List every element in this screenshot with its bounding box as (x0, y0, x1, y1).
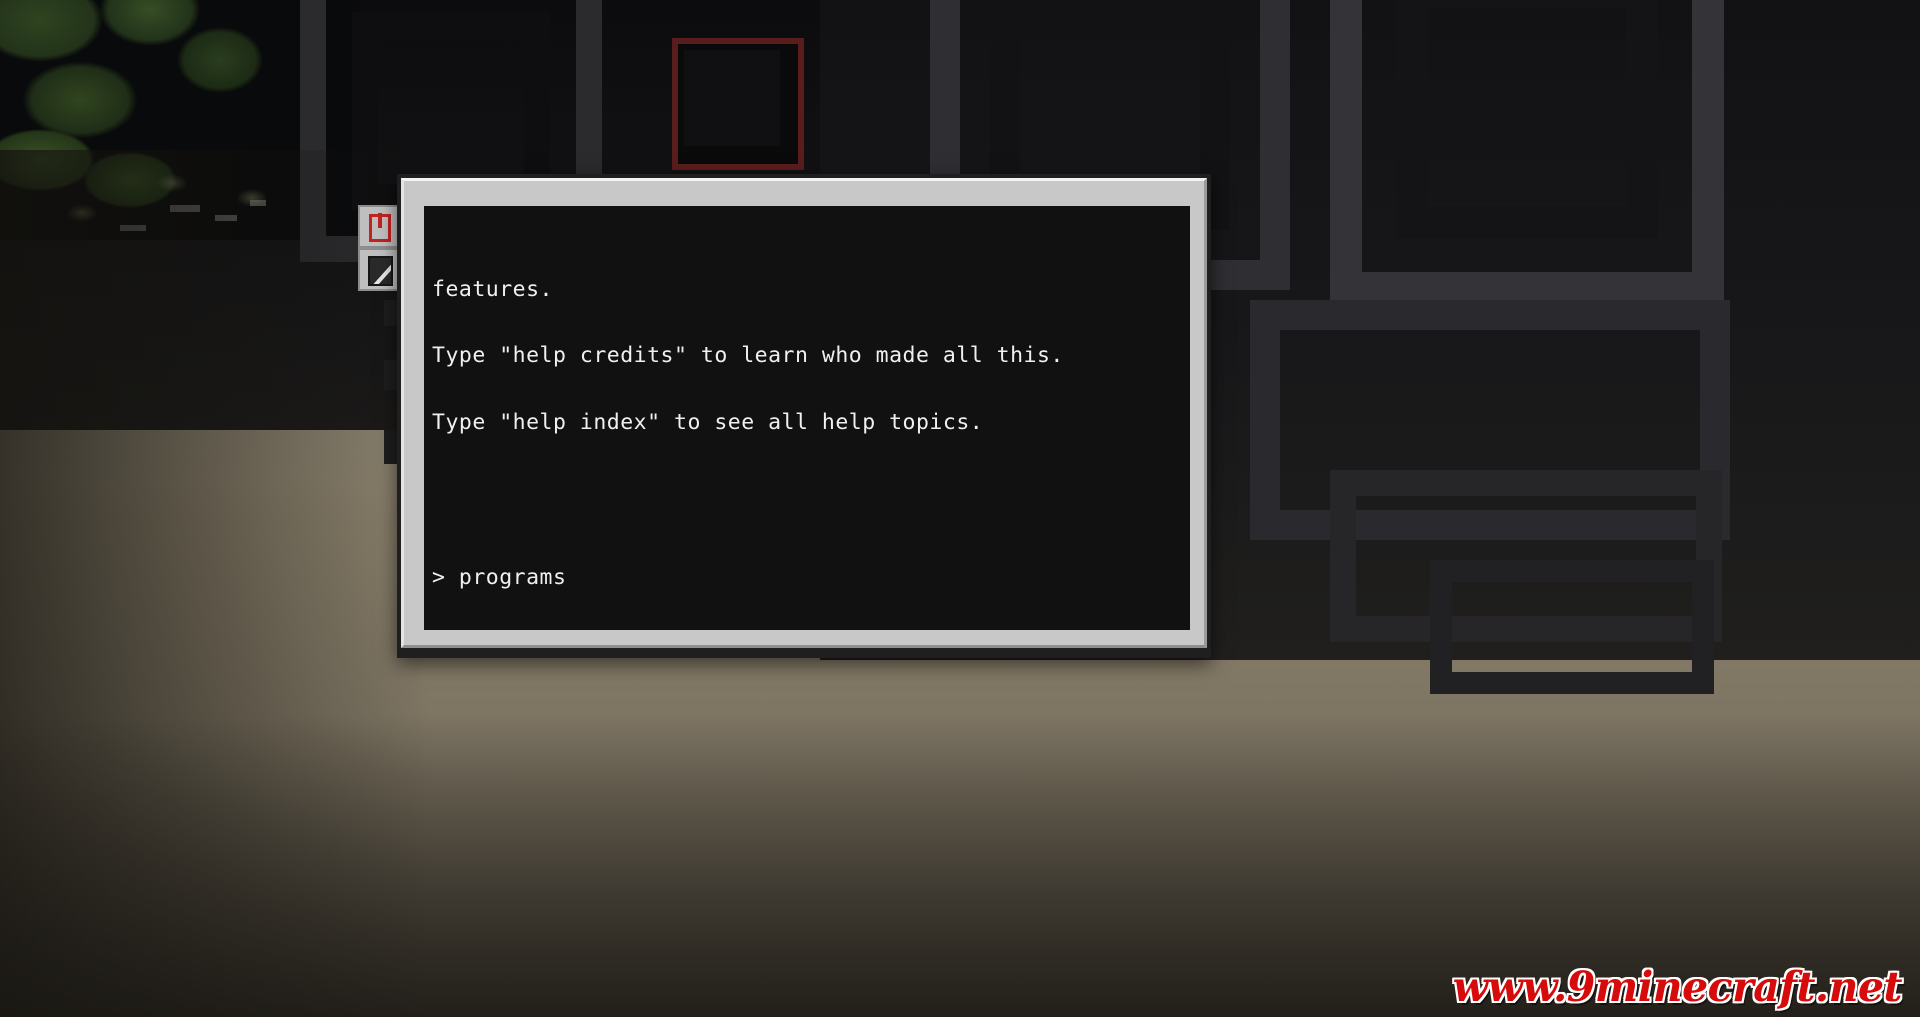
computer-bezel: features. Type "help credits" to learn w… (401, 178, 1207, 648)
red-doorway-interior (684, 50, 780, 146)
cable-segment (384, 300, 398, 326)
disk-drive-block[interactable] (358, 248, 400, 291)
peripheral-block-stack (358, 205, 400, 291)
terminal-line-help-index: Type "help index" to see all help topics… (432, 409, 984, 435)
cable-segment (384, 430, 398, 464)
terminal-command-programs: > programs (432, 565, 567, 591)
computer-power-block[interactable] (358, 205, 400, 248)
terminal-line-help-credits: Type "help credits" to learn who made al… (432, 343, 1064, 369)
cable-segment (384, 360, 398, 390)
disk-icon (368, 256, 393, 286)
block-pattern-ring (1430, 560, 1714, 694)
computercraft-computer[interactable]: features. Type "help credits" to learn w… (397, 174, 1211, 658)
terminal-text-buffer: features. Type "help credits" to learn w… (432, 212, 1184, 630)
power-icon (369, 213, 391, 242)
minecraft-world-scene: features. Type "help credits" to learn w… (0, 0, 1920, 1017)
block-pattern-ring (1396, 0, 1658, 238)
terminal-screen[interactable]: features. Type "help credits" to learn w… (424, 206, 1190, 630)
terminal-line-features: features. (432, 276, 553, 302)
site-watermark: www.9minecraft.net (1452, 963, 1903, 1011)
